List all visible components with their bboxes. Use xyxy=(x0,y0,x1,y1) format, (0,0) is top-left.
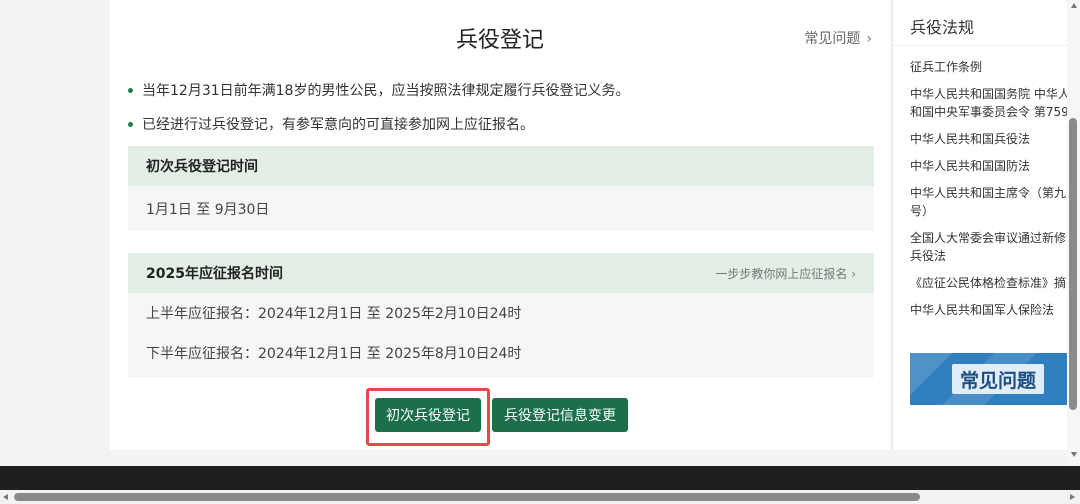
bullet-dot-icon xyxy=(128,87,133,93)
sidebar: 兵役法规 征兵工作条例 中华人民共和国国务院 中华人 和国中央军事委员会令 第7… xyxy=(892,0,1067,450)
sidebar-link[interactable]: 《应征公民体格检查标准》摘要 xyxy=(910,274,1067,292)
page-title: 兵役登记 xyxy=(455,28,544,53)
sidebar-link[interactable]: 全国人大常委会审议通过新修订 兵役法 xyxy=(910,229,1067,265)
scroll-up-arrow-icon[interactable] xyxy=(1071,3,1077,8)
faq-link[interactable]: 常见问题 › xyxy=(804,28,872,48)
chevron-right-icon: › xyxy=(851,266,856,281)
horizontal-scrollbar-thumb[interactable] xyxy=(14,493,920,501)
card-header: 2025年应征报名时间 一步步教你网上应征报名 › xyxy=(128,253,874,293)
sidebar-link[interactable]: 中华人民共和国主席令（第九十 号） xyxy=(910,184,1067,220)
card-row: 1月1日 至 9月30日 xyxy=(146,201,270,218)
bullet-text: 当年12月31日前年满18岁的男性公民，应当按照法律规定履行兵役登记义务。 xyxy=(142,83,630,99)
faq-banner[interactable]: 常见问题 xyxy=(910,353,1067,405)
vertical-scrollbar-thumb[interactable] xyxy=(1069,118,1077,410)
sidebar-link[interactable]: 中华人民共和国国防法 xyxy=(910,157,1067,175)
sidebar-title: 兵役法规 xyxy=(893,0,1067,46)
first-registration-button[interactable]: 初次兵役登记 xyxy=(375,398,481,432)
first-registration-card: 初次兵役登记时间 1月1日 至 9月30日 xyxy=(128,146,874,231)
sidebar-link[interactable]: 征兵工作条例 xyxy=(910,58,1067,76)
sidebar-list: 征兵工作条例 中华人民共和国国务院 中华人 和国中央军事委员会令 第759号 中… xyxy=(893,46,1067,319)
bullet-item: 已经进行过兵役登记，有参军意向的可直接参加网上应征报名。 xyxy=(128,114,534,134)
scroll-right-arrow-icon[interactable] xyxy=(1070,494,1075,500)
sidebar-link[interactable]: 中华人民共和国军人保险法 xyxy=(910,301,1067,319)
card-row: 上半年应征报名：2024年12月1日 至 2025年2月10日24时 xyxy=(146,306,522,322)
bullet-item: 当年12月31日前年满18岁的男性公民，应当按照法律规定履行兵役登记义务。 xyxy=(128,80,629,100)
sidebar-link[interactable]: 中华人民共和国兵役法 xyxy=(910,130,1067,148)
guide-link[interactable]: 一步步教你网上应征报名 › xyxy=(715,265,856,282)
main-panel: 兵役登记 常见问题 › 当年12月31日前年满18岁的男性公民，应当按照法律规定履… xyxy=(110,0,890,450)
faq-link-label: 常见问题 xyxy=(804,31,861,47)
bullet-dot-icon xyxy=(128,121,133,127)
scroll-left-arrow-icon[interactable] xyxy=(3,494,8,500)
card-heading: 初次兵役登记时间 xyxy=(146,159,258,175)
footer-bar xyxy=(0,466,1080,490)
info-change-button[interactable]: 兵役登记信息变更 xyxy=(492,398,628,432)
sidebar-link[interactable]: 中华人民共和国国务院 中华人 和国中央军事委员会令 第759号 xyxy=(910,85,1067,121)
guide-link-label: 一步步教你网上应征报名 xyxy=(715,266,848,281)
card-row: 下半年应征报名：2024年12月1日 至 2025年8月10日24时 xyxy=(146,346,522,362)
enlistment-card: 2025年应征报名时间 一步步教你网上应征报名 › 上半年应征报名：2024年1… xyxy=(128,253,874,378)
chevron-right-icon: › xyxy=(866,31,872,47)
banner-text: 常见问题 xyxy=(952,364,1044,394)
card-header: 初次兵役登记时间 xyxy=(128,146,874,186)
scroll-down-arrow-icon[interactable] xyxy=(1071,452,1077,457)
card-heading: 2025年应征报名时间 xyxy=(146,266,283,282)
bullet-text: 已经进行过兵役登记，有参军意向的可直接参加网上应征报名。 xyxy=(142,117,534,133)
